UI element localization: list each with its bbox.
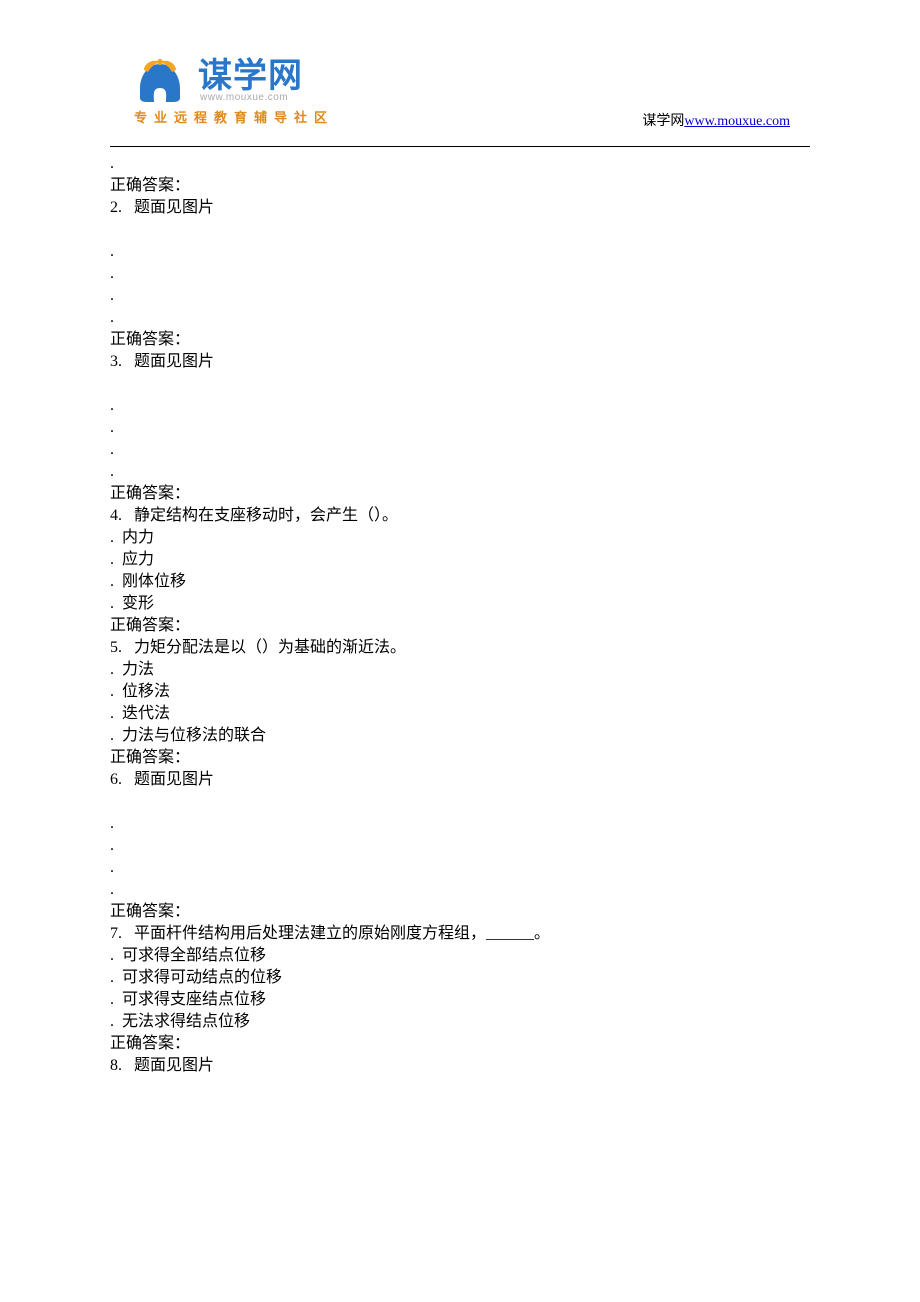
site-logo: 谋学网 www.mouxue.com 专业远程教育辅导社区 — [130, 58, 334, 126]
header-divider — [110, 146, 810, 147]
option: . 迭代法 — [110, 703, 810, 725]
option-placeholder: . — [110, 263, 810, 285]
option-placeholder: . — [110, 307, 810, 329]
option: . 可求得可动结点的位移 — [110, 967, 810, 989]
page-header: 谋学网 www.mouxue.com 专业远程教育辅导社区 谋学网www.mou… — [110, 60, 810, 142]
option-placeholder: . — [110, 153, 810, 175]
option: . 内力 — [110, 527, 810, 549]
option: . 刚体位移 — [110, 571, 810, 593]
header-link[interactable]: www.mouxue.com — [684, 114, 790, 129]
logo-subtitle: 专业远程教育辅导社区 — [134, 107, 334, 126]
option: . 变形 — [110, 593, 810, 615]
logo-icon — [130, 58, 190, 103]
question-stem: 6. 题面见图片 — [110, 769, 810, 791]
question-stem: 4. 静定结构在支座移动时，会产生（）。 — [110, 505, 810, 527]
answer-label: 正确答案： — [110, 1033, 810, 1055]
option: . 可求得支座结点位移 — [110, 989, 810, 1011]
document-body: . 正确答案： 2. 题面见图片 . . . . 正确答案： 3. 题面见图片 … — [110, 153, 810, 1077]
option-placeholder: . — [110, 461, 810, 483]
option: . 无法求得结点位移 — [110, 1011, 810, 1033]
answer-label: 正确答案： — [110, 175, 810, 197]
answer-label: 正确答案： — [110, 901, 810, 923]
answer-label: 正确答案： — [110, 615, 810, 637]
option: . 力法 — [110, 659, 810, 681]
question-stem: 3. 题面见图片 — [110, 351, 810, 373]
page: 谋学网 www.mouxue.com 专业远程教育辅导社区 谋学网www.mou… — [0, 0, 920, 1302]
question-stem: 8. 题面见图片 — [110, 1055, 810, 1077]
header-right-prefix: 谋学网 — [642, 114, 684, 129]
option-placeholder: . — [110, 241, 810, 263]
option-placeholder: . — [110, 395, 810, 417]
logo-title: 谋学网 — [198, 58, 303, 94]
option-placeholder: . — [110, 439, 810, 461]
question-stem: 5. 力矩分配法是以（）为基础的渐近法。 — [110, 637, 810, 659]
answer-label: 正确答案： — [110, 747, 810, 769]
option-placeholder: . — [110, 857, 810, 879]
option-placeholder: . — [110, 813, 810, 835]
option-placeholder: . — [110, 879, 810, 901]
option: . 可求得全部结点位移 — [110, 945, 810, 967]
question-stem: 2. 题面见图片 — [110, 197, 810, 219]
option: . 应力 — [110, 549, 810, 571]
answer-label: 正确答案： — [110, 329, 810, 351]
option-placeholder: . — [110, 285, 810, 307]
logo-url-text: www.mouxue.com — [200, 92, 303, 103]
header-right: 谋学网www.mouxue.com — [642, 110, 790, 130]
option-placeholder: . — [110, 417, 810, 439]
answer-label: 正确答案： — [110, 483, 810, 505]
option: . 位移法 — [110, 681, 810, 703]
question-stem: 7. 平面杆件结构用后处理法建立的原始刚度方程组，______。 — [110, 923, 810, 945]
option-placeholder: . — [110, 835, 810, 857]
option: . 力法与位移法的联合 — [110, 725, 810, 747]
